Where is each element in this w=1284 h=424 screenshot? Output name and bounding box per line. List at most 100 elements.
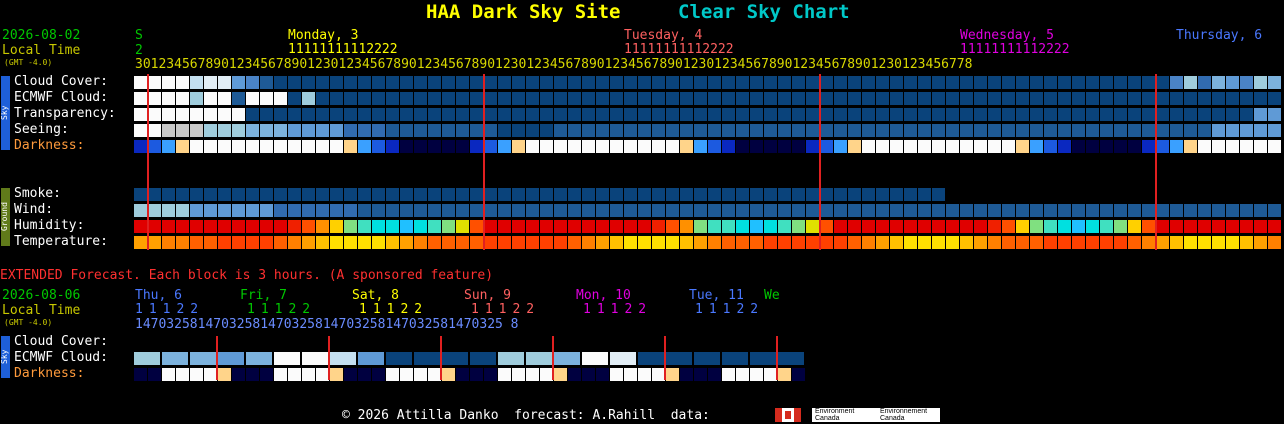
humidity-block [358,220,371,233]
ext-cloud-cover-block [722,352,748,365]
cloud-cover-block [540,76,553,89]
cloud-cover-block [330,76,343,89]
wind-block [750,204,763,217]
darkness-block [274,140,287,153]
ext-darkness-block [372,368,385,381]
seeing-block [1142,124,1155,137]
temperature-block [666,236,679,249]
wind-block [876,204,889,217]
darkness-block [344,140,357,153]
darkness-block [1142,140,1155,153]
cloud-cover-block [1044,76,1057,89]
darkness-block [316,140,329,153]
cloud-cover-block [1002,76,1015,89]
smoke-block [904,188,917,201]
cloud-cover-block [1114,76,1127,89]
ext-darkness-block [624,368,637,381]
seeing-block [568,124,581,137]
seeing-block [386,124,399,137]
wind-block [932,204,945,217]
ext-cloud-cover-block [358,352,384,365]
transparency-block [694,108,707,121]
cloud-cover-block [834,76,847,89]
transparency-block [456,108,469,121]
humidity-block [848,220,861,233]
humidity-block [904,220,917,233]
darkness-block [848,140,861,153]
smoke-block [470,188,483,201]
ext-darkness-block [316,368,329,381]
humidity-block [316,220,329,233]
ecmwf-cloud-block [1058,92,1071,105]
darkness-block [876,140,889,153]
seeing-block [1086,124,1099,137]
seeing-block [974,124,987,137]
seeing-block [176,124,189,137]
humidity-block [918,220,931,233]
transparency-block [988,108,1001,121]
wind-block [694,204,707,217]
wind-block [1072,204,1085,217]
temperature-block [1114,236,1127,249]
wind-block [1100,204,1113,217]
ecmwf-cloud-block [946,92,959,105]
midnight-line [483,74,485,250]
wind-block [736,204,749,217]
seeing-block [1198,124,1211,137]
wind-block [918,204,931,217]
cloud-cover-block [288,76,301,89]
seeing-block [652,124,665,137]
temperature-block [1100,236,1113,249]
cloud-cover-block [218,76,231,89]
ecmwf-cloud-block [876,92,889,105]
transparency-block [232,108,245,121]
seeing-block [470,124,483,137]
darkness-block [624,140,637,153]
seeing-block [638,124,651,137]
humidity-block [260,220,273,233]
ext-midnight-line [216,336,218,380]
transparency-block [1072,108,1085,121]
humidity-block [1254,220,1267,233]
cloud-cover-block [1226,76,1239,89]
seeing-block [596,124,609,137]
seeing-block [274,124,287,137]
temperature-block [988,236,1001,249]
agency-fr: Environnement Canada [880,408,928,422]
transparency-block [190,108,203,121]
seeing-block [344,124,357,137]
darkness-block [834,140,847,153]
temperature-block [176,236,189,249]
transparency-block [638,108,651,121]
ext-darkness-block [792,368,805,381]
smoke-block [750,188,763,201]
humidity-block [232,220,245,233]
ecmwf-cloud-block [1212,92,1225,105]
wind-block [610,204,623,217]
smoke-block [260,188,273,201]
transparency-block [1114,108,1127,121]
transparency-block [1016,108,1029,121]
wind-block [260,204,273,217]
cloud-cover-block [246,76,259,89]
cloud-cover-block [778,76,791,89]
darkness-block [960,140,973,153]
seeing-block [134,124,147,137]
transparency-block [834,108,847,121]
smoke-block [232,188,245,201]
cloud-cover-block [526,76,539,89]
wind-block [666,204,679,217]
humidity-block [834,220,847,233]
cloud-cover-block [974,76,987,89]
wind-block [652,204,665,217]
ecmwf-cloud-block [890,92,903,105]
humidity-block [974,220,987,233]
wind-block [190,204,203,217]
temperature-block [652,236,665,249]
seeing-block [582,124,595,137]
cloud-cover-block [708,76,721,89]
ext-cloud-cover-block [134,352,160,365]
seeing-block [988,124,1001,137]
temperature-block [932,236,945,249]
transparency-block [204,108,217,121]
